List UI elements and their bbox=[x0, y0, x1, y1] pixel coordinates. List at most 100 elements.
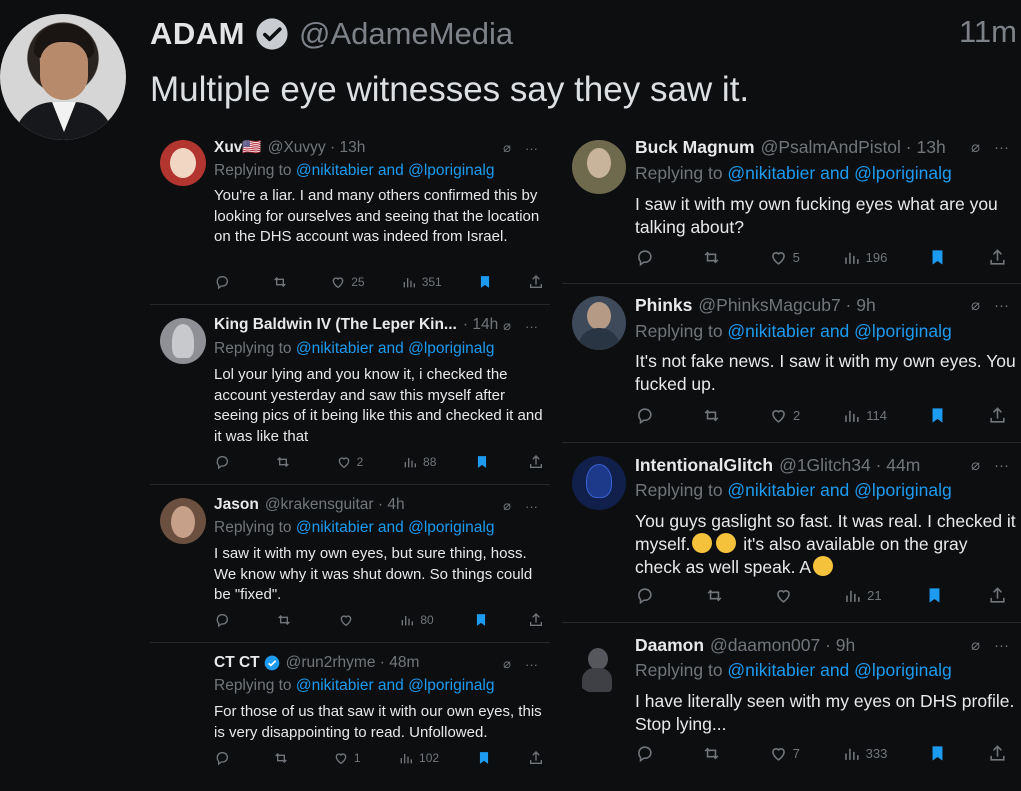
reply-avatar[interactable] bbox=[160, 140, 206, 186]
reply-button[interactable] bbox=[635, 406, 659, 425]
grok-icon[interactable]: ⌀ bbox=[503, 656, 511, 672]
reply-mentions[interactable]: @nikitabier and @lporiginalg bbox=[727, 163, 951, 183]
reply-author-name[interactable]: Xuv🇺🇸 bbox=[214, 138, 262, 157]
share-button[interactable] bbox=[988, 406, 1007, 425]
reply-mentions[interactable]: @nikitabier and @lporiginalg bbox=[296, 519, 495, 536]
reply-mentions[interactable]: @nikitabier and @lporiginalg bbox=[727, 321, 951, 341]
grok-icon[interactable]: ⌀ bbox=[971, 636, 980, 654]
reply-mentions[interactable]: @nikitabier and @lporiginalg bbox=[296, 677, 495, 694]
like-button[interactable]: 5 bbox=[769, 248, 800, 267]
reply-avatar[interactable] bbox=[572, 640, 626, 694]
tweet-timestamp[interactable]: 11m bbox=[959, 14, 1017, 50]
reply-author-meta[interactable]: @run2rhyme · 48m bbox=[286, 654, 420, 672]
views-button[interactable]: 88 bbox=[402, 454, 436, 470]
repost-button[interactable] bbox=[271, 274, 294, 290]
author-avatar[interactable] bbox=[0, 14, 126, 140]
bookmark-button[interactable] bbox=[926, 586, 943, 605]
views-button[interactable]: 21 bbox=[843, 586, 882, 605]
more-icon[interactable]: ··· bbox=[525, 141, 538, 156]
bookmark-button[interactable] bbox=[478, 274, 492, 290]
grok-icon[interactable]: ⌀ bbox=[503, 498, 511, 514]
repost-button[interactable] bbox=[275, 612, 298, 628]
author-name[interactable]: ADAM bbox=[150, 16, 245, 52]
grok-icon[interactable]: ⌀ bbox=[971, 456, 980, 474]
grok-icon[interactable]: ⌀ bbox=[971, 138, 980, 156]
more-icon[interactable]: ··· bbox=[525, 657, 538, 672]
reply-card[interactable]: Xuv🇺🇸 @Xuvyy · 13h ⌀ ··· Replying to @ni… bbox=[150, 128, 550, 300]
reply-author-name[interactable]: Daamon bbox=[635, 635, 704, 656]
reply-avatar[interactable] bbox=[572, 296, 626, 350]
repost-button[interactable] bbox=[701, 744, 727, 763]
reply-button[interactable] bbox=[635, 744, 659, 763]
like-button[interactable] bbox=[338, 612, 359, 628]
repost-button[interactable] bbox=[701, 248, 727, 267]
views-button[interactable]: 80 bbox=[399, 612, 434, 628]
reply-author-name[interactable]: IntentionalGlitch bbox=[635, 455, 773, 476]
reply-author-meta[interactable]: @1Glitch34 · 44m bbox=[779, 455, 920, 476]
reply-mentions[interactable]: @nikitabier and @lporiginalg bbox=[296, 162, 495, 179]
reply-button[interactable] bbox=[214, 750, 235, 766]
more-icon[interactable]: ··· bbox=[994, 139, 1009, 156]
reply-button[interactable] bbox=[635, 248, 659, 267]
more-icon[interactable]: ··· bbox=[525, 319, 538, 334]
reply-card[interactable]: Jason @krakensguitar · 4h ⌀ ··· Replying… bbox=[150, 488, 550, 640]
grok-icon[interactable]: ⌀ bbox=[503, 318, 511, 334]
more-icon[interactable]: ··· bbox=[994, 637, 1009, 654]
reply-author-meta[interactable]: @PsalmAndPistol · 13h bbox=[761, 137, 946, 158]
bookmark-button[interactable] bbox=[475, 454, 489, 470]
views-button[interactable]: 102 bbox=[398, 750, 439, 766]
reply-author-meta[interactable]: @daamon007 · 9h bbox=[710, 635, 855, 656]
views-button[interactable]: 351 bbox=[401, 274, 442, 290]
reply-avatar[interactable] bbox=[572, 140, 626, 194]
like-button[interactable]: 7 bbox=[769, 744, 800, 763]
share-button[interactable] bbox=[528, 612, 544, 628]
reply-card[interactable]: Buck Magnum @PsalmAndPistol · 13h ⌀ ··· … bbox=[562, 128, 1021, 278]
more-icon[interactable]: ··· bbox=[525, 499, 538, 514]
repost-button[interactable] bbox=[272, 750, 295, 766]
reply-mentions[interactable]: @nikitabier and @lporiginalg bbox=[727, 480, 951, 500]
reply-mentions[interactable]: @nikitabier and @lporiginalg bbox=[727, 660, 951, 680]
author-handle[interactable]: @AdameMedia bbox=[299, 16, 513, 52]
reply-author-name[interactable]: Jason bbox=[214, 496, 259, 514]
repost-button[interactable] bbox=[704, 586, 730, 605]
views-button[interactable]: 114 bbox=[842, 406, 887, 425]
reply-author-meta[interactable]: @PhinksMagcub7 · 9h bbox=[698, 295, 875, 316]
share-button[interactable] bbox=[528, 274, 544, 290]
reply-avatar[interactable] bbox=[160, 498, 206, 544]
share-button[interactable] bbox=[528, 454, 544, 470]
reply-author-meta[interactable]: @krakensguitar · 4h bbox=[265, 496, 405, 514]
like-button[interactable]: 2 bbox=[336, 454, 363, 470]
reply-card[interactable]: Daamon @daamon007 · 9h ⌀ ··· Replying to… bbox=[562, 626, 1021, 786]
bookmark-button[interactable] bbox=[477, 750, 491, 766]
reply-card[interactable]: CT CT @run2rhyme · 48m ⌀ ··· Replying to… bbox=[150, 646, 550, 786]
share-button[interactable] bbox=[988, 744, 1007, 763]
reply-card[interactable]: IntentionalGlitch @1Glitch34 · 44m ⌀ ···… bbox=[562, 446, 1021, 618]
share-button[interactable] bbox=[988, 586, 1007, 605]
more-icon[interactable]: ··· bbox=[994, 457, 1009, 474]
views-button[interactable]: 333 bbox=[842, 744, 887, 763]
reply-author-meta[interactable]: · 14h bbox=[463, 316, 498, 334]
reply-button[interactable] bbox=[214, 454, 235, 470]
reply-avatar[interactable] bbox=[160, 318, 206, 364]
bookmark-button[interactable] bbox=[929, 406, 946, 425]
more-icon[interactable]: ··· bbox=[994, 297, 1009, 314]
repost-button[interactable] bbox=[274, 454, 297, 470]
reply-avatar[interactable] bbox=[572, 456, 626, 510]
reply-button[interactable] bbox=[214, 612, 235, 628]
reply-author-meta[interactable]: @Xuvyy · 13h bbox=[268, 139, 366, 157]
reply-author-name[interactable]: CT CT bbox=[214, 654, 260, 672]
reply-avatar[interactable] bbox=[160, 658, 206, 704]
bookmark-button[interactable] bbox=[929, 744, 946, 763]
reply-card[interactable]: King Baldwin IV (The Leper Kin... · 14h … bbox=[150, 308, 550, 480]
reply-button[interactable] bbox=[214, 274, 235, 290]
bookmark-button[interactable] bbox=[474, 612, 488, 628]
views-button[interactable]: 196 bbox=[842, 248, 887, 267]
bookmark-button[interactable] bbox=[929, 248, 946, 267]
repost-button[interactable] bbox=[701, 406, 727, 425]
reply-author-name[interactable]: King Baldwin IV (The Leper Kin... bbox=[214, 316, 457, 334]
share-button[interactable] bbox=[528, 750, 544, 766]
share-button[interactable] bbox=[988, 248, 1007, 267]
grok-icon[interactable]: ⌀ bbox=[971, 296, 980, 314]
reply-card[interactable]: Phinks @PhinksMagcub7 · 9h ⌀ ··· Replyin… bbox=[562, 286, 1021, 441]
like-button[interactable] bbox=[774, 586, 798, 605]
